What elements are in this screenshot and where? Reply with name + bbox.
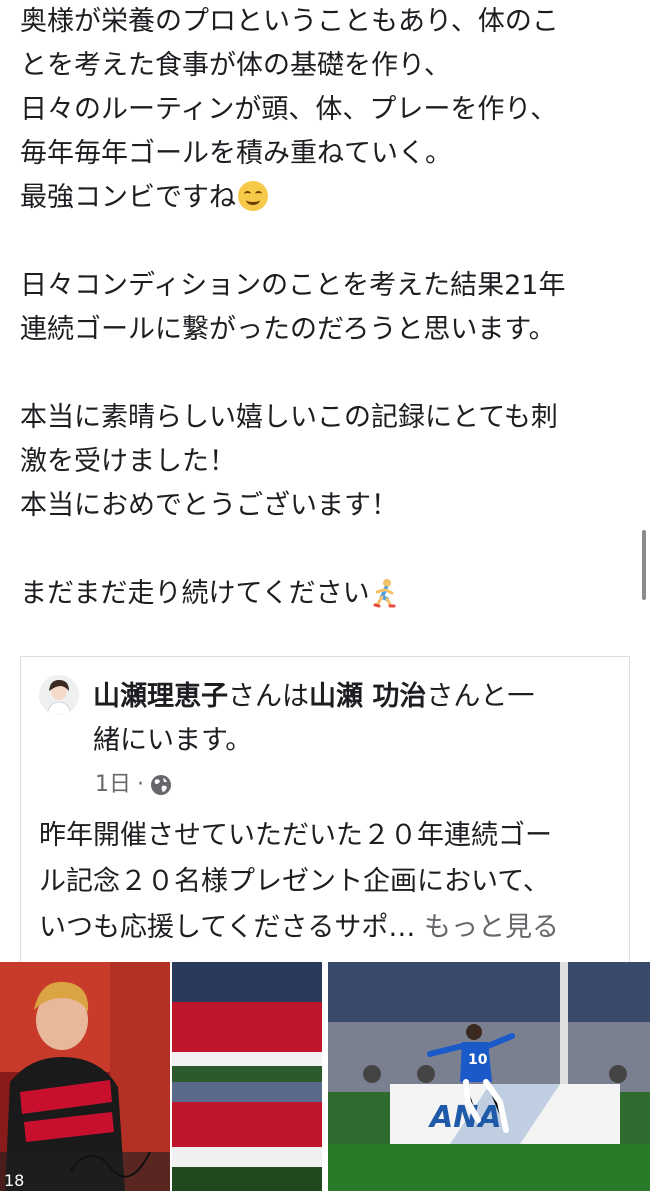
page-scrollbar[interactable] [642, 530, 646, 600]
shared-post-text: 昨年開催させていただいた２０年連続ゴー ル記念２０名様プレゼント企画において、 … [39, 813, 619, 951]
shared-post-card[interactable]: 山瀬理恵子さんは山瀬 功治さんと一緒にいます。 1日 · 昨年開催させていただい… [20, 656, 630, 962]
post-line-9 [20, 352, 630, 396]
smiling-face-emoji-icon [238, 181, 268, 211]
post-meta: 1日 · [95, 765, 172, 805]
post-line-6 [20, 220, 630, 264]
author-avatar[interactable] [39, 675, 79, 715]
post-line-14-text: まだまだ走り続けてください [20, 578, 370, 609]
post-line-2: とを考えた食事が体の基礎を作り、 [20, 50, 451, 81]
post-line-14: まだまだ走り続けてください [20, 572, 630, 616]
post-line-5: 最強コンビですね [20, 176, 630, 220]
post-line-10: 本当に素晴らしい嬉しいこの記録にとても刺 [20, 402, 558, 433]
post-time-link[interactable]: 1日 [95, 765, 131, 805]
photo-grid-images[interactable]: 18 ANA 10 [0, 962, 650, 1191]
tagged-user-link[interactable]: 山瀬 功治 [309, 681, 426, 712]
globe-icon [151, 775, 171, 795]
with-text-2: さんと一 [426, 681, 535, 712]
post-line-12: 本当におめでとうございます！ [20, 490, 398, 521]
jersey-number: 10 [468, 1052, 488, 1068]
shared-line-3: いつも応援してくださるサポ… もっと見る [39, 905, 619, 951]
see-more-link[interactable]: もっと見る [424, 912, 559, 943]
post-line-8: 連続ゴールに繋がったのだろうと思います。 [20, 314, 556, 345]
author-name-link[interactable]: 山瀬理恵子 [93, 681, 228, 712]
post-line-13 [20, 528, 630, 572]
running-person-emoji-icon [373, 579, 396, 608]
post-line-4: 毎年毎年ゴールを積み重ねていく。 [20, 138, 452, 169]
post-text: 奥様が栄養のプロということもあり、体のこ とを考えた食事が体の基礎を作り、 日々… [20, 0, 630, 616]
photo-grid[interactable]: 18 ANA 10 [0, 962, 650, 1191]
post-line-5-text: 最強コンビですね [20, 182, 236, 213]
with-text-3: 緒にいます。 [93, 725, 253, 756]
with-text-1: さんは [228, 681, 309, 712]
shared-line-2: ル記念２０名様プレゼント企画において、 [39, 866, 550, 897]
photo-goal-celebration[interactable]: ANA 10 [328, 962, 650, 1191]
post-line-3: 日々のルーティンが頭、体、プレーを作り、 [20, 94, 558, 125]
photo-team-lineups[interactable] [172, 962, 322, 1191]
card-number: 18 [4, 1171, 24, 1190]
shared-line-1: 昨年開催させていただいた２０年連続ゴー [39, 820, 552, 851]
photo-autographed-player[interactable]: 18 [0, 962, 170, 1191]
post-line-7: 日々コンディションのことを考えた結果21年 [20, 270, 566, 301]
shared-post-header: 山瀬理恵子さんは山瀬 功治さんと一緒にいます。 [93, 675, 613, 763]
post-line-1: 奥様が栄養のプロということもあり、体のこ [20, 6, 559, 37]
shared-line-3-text: いつも応援してくださるサポ… [39, 912, 416, 943]
post-line-11: 激を受けました！ [20, 446, 236, 477]
meta-separator: · [137, 772, 144, 797]
